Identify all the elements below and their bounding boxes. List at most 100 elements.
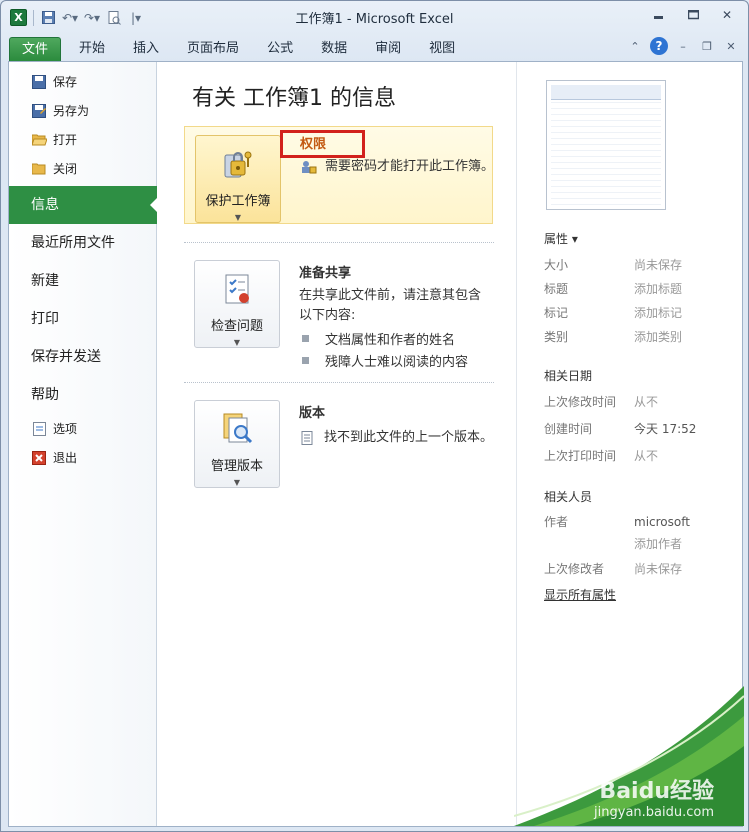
- prop-row-category[interactable]: 类别 添加类别: [544, 328, 744, 345]
- watermark-line1: Baidu经验: [599, 779, 714, 804]
- people-row-last-modified-by: 上次修改者 尚未保存: [544, 560, 744, 577]
- open-folder-icon: [31, 132, 47, 148]
- nav-close-label: 关闭: [53, 162, 78, 176]
- nav-close[interactable]: 关闭: [9, 154, 156, 183]
- prop-row-title[interactable]: 标题 添加标题: [544, 280, 744, 297]
- nav-save-label: 保存: [53, 75, 78, 89]
- window-title: 工作簿1 - Microsoft Excel: [295, 12, 454, 27]
- tab-page-layout[interactable]: 页面布局: [173, 37, 253, 61]
- add-author-link[interactable]: 添加作者: [634, 537, 682, 551]
- nav-recent[interactable]: 最近所用文件: [9, 224, 156, 262]
- people-row-author: 作者 microsoft: [544, 513, 744, 530]
- close-window-icon[interactable]: ✕: [712, 5, 742, 25]
- check-issues-label: 检查问题: [210, 319, 263, 334]
- tab-data[interactable]: 数据: [307, 37, 361, 61]
- prop-value[interactable]: 添加类别: [634, 330, 682, 344]
- show-all-properties-link[interactable]: 显示所有属性: [544, 586, 616, 603]
- save-icon: [31, 74, 47, 90]
- info-main: 有关 工作簿1 的信息 保护工作簿 ▼ 权限 需要密码才能打开此工作簿。 检查问…: [158, 62, 516, 826]
- excel-window: X ↶▾ ↷▾ |▾ 工作簿1 - Microsoft Excel ✕ 文件 开…: [0, 0, 749, 832]
- versions-section: 管理版本 ▼ 版本 找不到此文件的上一个版本。: [184, 398, 493, 498]
- minimize-icon[interactable]: [644, 5, 674, 25]
- prepare-title: 准备共享: [299, 266, 352, 281]
- baidu-watermark: Baidu经验 jingyan.baidu.com: [594, 773, 714, 820]
- bullet-square-icon: [302, 334, 309, 342]
- tab-view[interactable]: 视图: [415, 37, 469, 61]
- workbook-restore-icon[interactable]: ❐: [698, 37, 716, 55]
- page-title: 有关 工作簿1 的信息: [192, 86, 396, 111]
- check-issues-button[interactable]: 检查问题 ▼: [194, 260, 280, 348]
- add-author-row[interactable]: 添加作者: [544, 535, 744, 552]
- prop-value: 今天 17:52: [634, 422, 697, 436]
- title-bar: X ↶▾ ↷▾ |▾ 工作簿1 - Microsoft Excel ✕: [1, 1, 748, 33]
- maximize-icon[interactable]: [678, 5, 708, 25]
- prop-value: 尚未保存: [634, 562, 683, 576]
- document-icon: [300, 431, 316, 445]
- dropdown-caret-icon: ▼: [233, 338, 241, 347]
- prepare-desc: 在共享此文件前，请注意其包含以下内容:: [299, 288, 482, 323]
- prepare-bullets: 文档属性和作者的姓名 残障人士难以阅读的内容: [299, 327, 468, 371]
- tab-home[interactable]: 开始: [65, 37, 119, 61]
- help-icon[interactable]: ?: [650, 37, 668, 55]
- options-icon: [31, 421, 47, 437]
- tab-review[interactable]: 审阅: [361, 37, 415, 61]
- workbook-thumbnail: [546, 80, 666, 210]
- prop-key: 上次修改者: [544, 562, 605, 576]
- nav-save-send[interactable]: 保存并发送: [9, 338, 156, 376]
- date-row-printed: 上次打印时间 从不: [544, 447, 744, 464]
- protect-workbook-button[interactable]: 保护工作簿 ▼: [195, 135, 281, 223]
- tab-insert[interactable]: 插入: [119, 37, 173, 61]
- watermark-line2: jingyan.baidu.com: [594, 805, 714, 820]
- nav-info[interactable]: 信息: [9, 186, 158, 224]
- ribbon-right-controls: ⌃ ? – ❐ ✕: [626, 37, 740, 55]
- nav-open-label: 打开: [53, 133, 78, 147]
- protect-workbook-label: 保护工作簿: [205, 194, 271, 209]
- prop-key: 大小: [544, 258, 569, 272]
- nav-save-as[interactable]: 另存为: [9, 96, 156, 125]
- nav-options[interactable]: 选项: [9, 414, 156, 443]
- backstage-view: 保存 另存为 打开 关闭 信息 最近所用文件 新建 打印 保存并发送 帮助 选项…: [8, 61, 744, 827]
- nav-exit[interactable]: 退出: [9, 443, 156, 472]
- permissions-desc: 需要密码才能打开此工作簿。: [325, 159, 495, 174]
- properties-header[interactable]: 属性 ▾: [544, 230, 578, 247]
- prop-key: 作者: [544, 515, 569, 529]
- window-controls: ✕: [644, 5, 742, 25]
- lock-key-icon: [220, 146, 256, 182]
- prop-value[interactable]: 添加标题: [634, 282, 682, 296]
- divider: [184, 382, 494, 383]
- manage-versions-label: 管理版本: [210, 459, 263, 474]
- date-row-created: 创建时间 今天 17:52: [544, 420, 744, 437]
- prop-row-size: 大小 尚未保存: [544, 256, 744, 273]
- prop-row-tags[interactable]: 标记 添加标记: [544, 304, 744, 321]
- workbook-close-icon[interactable]: ✕: [722, 37, 740, 55]
- tab-file[interactable]: 文件: [9, 37, 62, 61]
- tab-formulas[interactable]: 公式: [253, 37, 307, 61]
- nav-save[interactable]: 保存: [9, 67, 156, 96]
- dropdown-caret-icon: ▼: [233, 478, 241, 487]
- versions-desc: 找不到此文件的上一个版本。: [324, 430, 494, 445]
- nav-help[interactable]: 帮助: [9, 376, 156, 414]
- people-lock-icon: [301, 160, 317, 174]
- close-folder-icon: [31, 161, 47, 177]
- thumbnail-preview: [551, 85, 661, 205]
- dates-header: 相关日期: [544, 369, 593, 383]
- prop-value[interactable]: 添加标记: [634, 306, 682, 320]
- office-swoosh-decoration: Baidu经验 jingyan.baidu.com: [514, 666, 744, 826]
- checklist-icon: [219, 271, 255, 307]
- prop-value[interactable]: microsoft: [634, 515, 690, 529]
- nav-new[interactable]: 新建: [9, 262, 156, 300]
- exit-icon: [31, 450, 47, 466]
- minimize-ribbon-icon[interactable]: ⌃: [626, 37, 644, 55]
- divider: [184, 242, 494, 243]
- dropdown-caret-icon: ▼: [234, 213, 242, 222]
- prop-value: 从不: [634, 449, 659, 463]
- date-row-modified: 上次修改时间 从不: [544, 393, 744, 410]
- list-item: 文档属性和作者的姓名: [299, 327, 468, 349]
- list-item: 残障人士难以阅读的内容: [299, 349, 468, 371]
- nav-open[interactable]: 打开: [9, 125, 156, 154]
- manage-versions-button[interactable]: 管理版本 ▼: [194, 400, 280, 488]
- nav-print[interactable]: 打印: [9, 300, 156, 338]
- people-header: 相关人员: [544, 490, 593, 504]
- workbook-minimize-icon[interactable]: –: [674, 37, 692, 55]
- prop-key: 标记: [544, 306, 569, 320]
